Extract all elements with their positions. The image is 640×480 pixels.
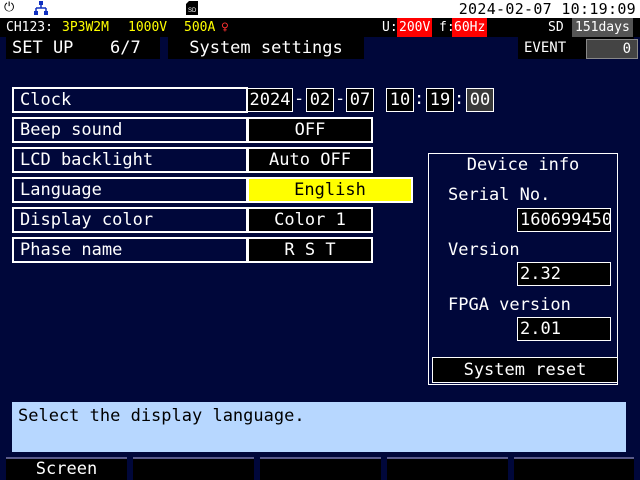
fpga-version-label: FPGA version (448, 295, 571, 315)
tab-system-settings[interactable]: System settings (168, 37, 364, 59)
f1-screen-key[interactable]: Screen (6, 457, 127, 480)
measurement-status-bar: CH123: 3P3W2M 1000V 500A ♀ U: 200V f: 60… (0, 18, 640, 37)
clock-hour-field[interactable]: 10 (386, 88, 414, 112)
screen-title-label: SET UP (12, 38, 74, 58)
device-info-title: Device info (466, 155, 580, 175)
serial-number-label: Serial No. (448, 185, 551, 205)
time-separator: : (414, 89, 425, 109)
version-value: 2.32 (517, 262, 611, 286)
page-indicator: 6/7 (110, 38, 141, 58)
display-color-value[interactable]: Color 1 (247, 207, 373, 233)
clock-year-field[interactable]: 2024 (247, 88, 293, 112)
top-status-strip: ⏻ SD 2024-02-07 10:19:09 (0, 0, 640, 18)
clock-minute-field[interactable]: 19 (426, 88, 454, 112)
clamp-sensor-icon: ♀ (221, 20, 229, 35)
beep-sound-value[interactable]: OFF (247, 117, 373, 143)
clock-label: Clock (12, 87, 248, 113)
f4-key[interactable] (387, 457, 508, 480)
f-value: 60Hz (452, 18, 488, 37)
clock-day-field[interactable]: 07 (346, 88, 374, 112)
event-counter: EVENT 0 (518, 37, 638, 59)
sd-label: SD (548, 20, 564, 35)
sd-card-icon: SD (186, 1, 198, 19)
clock-month-field[interactable]: 02 (306, 88, 334, 112)
event-label: EVENT (524, 40, 567, 56)
f2-key[interactable] (133, 457, 254, 480)
help-message: Select the display language. (12, 402, 626, 452)
network-icon (34, 1, 48, 19)
language-value[interactable]: English (247, 177, 413, 203)
version-label: Version (448, 240, 520, 260)
wiring-value: 3P3W2M (62, 20, 109, 35)
u-value: 200V (397, 18, 433, 37)
time-separator: : (454, 89, 465, 109)
clock-second-field[interactable]: 00 (466, 88, 494, 112)
channel-label: CH123: (6, 20, 53, 35)
plug-icon: ⏻ (4, 0, 15, 15)
current-range: 500A (184, 20, 216, 35)
u-label: U: (382, 20, 398, 35)
lcd-backlight-label: LCD backlight (12, 147, 248, 173)
date-separator: - (335, 89, 346, 109)
f3-key[interactable] (260, 457, 381, 480)
lcd-backlight-value[interactable]: Auto OFF (247, 147, 373, 173)
system-reset-button[interactable]: System reset (432, 357, 618, 383)
voltage-range: 1000V (128, 20, 168, 35)
svg-text:SD: SD (188, 8, 197, 14)
sd-remaining-days: 151days (572, 18, 633, 37)
phase-name-value[interactable]: R S T (247, 237, 373, 263)
date-separator: - (294, 89, 305, 109)
display-color-label: Display color (12, 207, 248, 233)
serial-number-value: 160699450 (517, 208, 612, 232)
event-count: 0 (586, 39, 638, 59)
phase-name-label: Phase name (12, 237, 248, 263)
screen-title: SET UP 6/7 (6, 37, 160, 59)
current-datetime: 2024-02-07 10:19:09 (458, 0, 636, 18)
language-label: Language (12, 177, 248, 203)
f5-key[interactable] (514, 457, 634, 480)
fpga-version-value: 2.01 (517, 317, 611, 341)
beep-sound-label: Beep sound (12, 117, 248, 143)
